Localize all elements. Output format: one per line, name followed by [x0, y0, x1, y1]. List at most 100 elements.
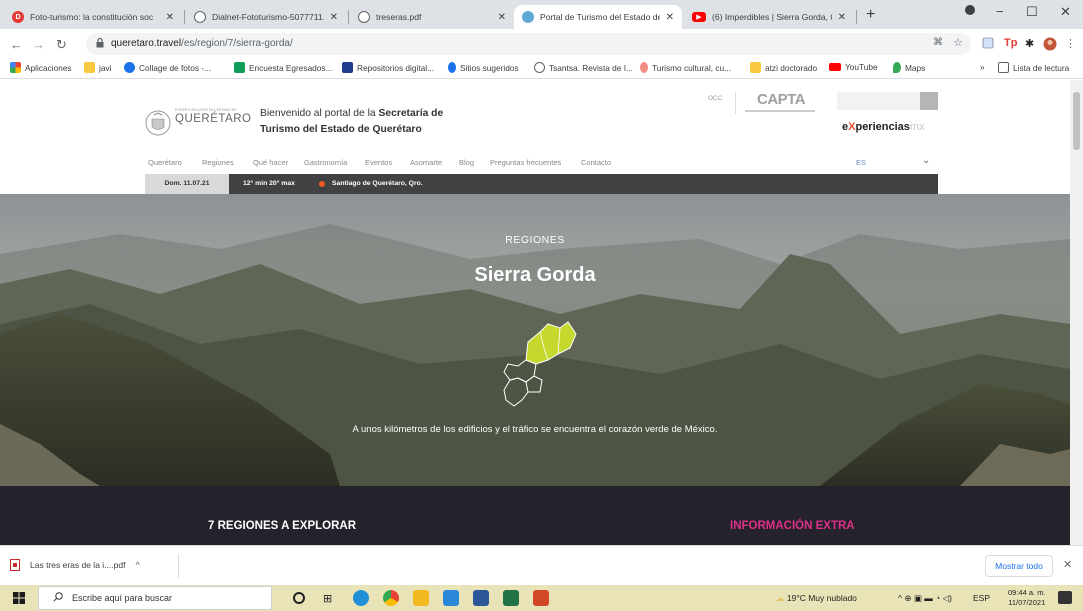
- pdf-favicon-icon: D: [12, 11, 24, 23]
- close-download-bar-icon[interactable]: ✕: [1063, 558, 1072, 571]
- nav-que-hacer[interactable]: Qué hacer: [253, 158, 288, 167]
- welcome-message: Bienvenido al portal de la Secretaría de…: [260, 108, 444, 135]
- avatar[interactable]: [1043, 37, 1057, 54]
- close-window-button[interactable]: ✕: [1060, 4, 1071, 20]
- bookmark-atzi[interactable]: atzi doctorado: [750, 62, 817, 73]
- mail-icon[interactable]: [443, 590, 459, 606]
- task-view-icon[interactable]: ⊞: [323, 592, 339, 608]
- tab-dialnet[interactable]: Dialnet-Fototurismo-5077711.pd ✕: [186, 5, 346, 29]
- close-tab-icon[interactable]: ✕: [498, 12, 506, 23]
- bookmark-star-icon[interactable]: ☆: [953, 36, 963, 49]
- nav-contacto[interactable]: Contacto: [581, 158, 611, 167]
- translate-icon[interactable]: ⌘: [933, 37, 943, 48]
- excel-icon[interactable]: [503, 590, 519, 606]
- menu-kebab-icon[interactable]: ⋮: [1065, 37, 1076, 50]
- logo-small-text: PODER EJECUTIVO DEL ESTADO DE: [175, 108, 237, 112]
- globe-icon: [534, 62, 545, 73]
- bookmark-sitios[interactable]: Sitios sugeridos: [448, 62, 519, 73]
- nav-asomarte[interactable]: Asomarte: [410, 158, 442, 167]
- queretaro-seal-icon[interactable]: [145, 110, 171, 136]
- bookmark-maps[interactable]: Maps: [893, 62, 925, 73]
- regions-heading: 7 REGIONES A EXPLORAR: [208, 520, 357, 532]
- browser-toolbar: ← → ↻ queretaro.travel/es/region/7/sierr…: [0, 29, 1083, 59]
- extensions-puzzle-icon[interactable]: ✱: [1025, 37, 1034, 50]
- site-logo[interactable]: QUERÉTARO: [175, 113, 252, 125]
- extension-tp-icon[interactable]: Tp: [1004, 37, 1017, 49]
- close-tab-icon[interactable]: ✕: [838, 12, 846, 23]
- bookmark-javi[interactable]: javi: [84, 62, 111, 73]
- new-tab-button[interactable]: +: [866, 6, 875, 24]
- occ-logo[interactable]: OCC: [708, 95, 722, 102]
- tab-title: Dialnet-Fototurismo-5077711.pd: [212, 12, 324, 22]
- edge-icon[interactable]: [353, 590, 369, 606]
- minimize-button[interactable]: −: [996, 4, 1004, 19]
- bookmark-tsantsa[interactable]: Tsantsa. Revista de I...: [534, 62, 633, 73]
- reading-mode-icon[interactable]: [982, 37, 994, 52]
- taskbar-search-input[interactable]: Escribe aquí para buscar: [38, 586, 272, 610]
- site-favicon-icon: [522, 11, 534, 23]
- show-all-downloads-button[interactable]: Mostrar todo: [985, 555, 1053, 577]
- close-tab-icon[interactable]: ✕: [666, 12, 674, 23]
- bookmark-apps[interactable]: Aplicaciones: [10, 62, 72, 73]
- scrollbar-thumb[interactable]: [1073, 92, 1080, 150]
- nav-gastronomia[interactable]: Gastronomía: [304, 158, 347, 167]
- tab-title: Foto-turismo: la constitución soc: [30, 12, 154, 22]
- chrome-icon[interactable]: [383, 590, 399, 606]
- input-language[interactable]: ESP: [973, 593, 990, 603]
- tab-treseras[interactable]: treseras.pdf ✕: [350, 5, 514, 29]
- site-header: PODER EJECUTIVO DEL ESTADO DE QUERÉTARO …: [0, 80, 1070, 152]
- nav-regiones[interactable]: Regiones: [202, 158, 234, 167]
- nav-queretaro[interactable]: Querétaro: [148, 158, 182, 167]
- tab-foto-turismo[interactable]: D Foto-turismo: la constitución soc ✕: [4, 5, 182, 29]
- address-bar[interactable]: queretaro.travel/es/region/7/sierra-gord…: [86, 33, 971, 55]
- pdf-file-icon: [10, 559, 20, 571]
- tab-imperdibles[interactable]: ▶ (6) Imperdibles | Sierra Gorda, Q ✕: [684, 5, 854, 29]
- nav-blog[interactable]: Blog: [459, 158, 474, 167]
- nav-eventos[interactable]: Eventos: [365, 158, 392, 167]
- capta-logo[interactable]: CAPTA: [757, 91, 806, 108]
- bookmarks-bar: Aplicaciones javi Collage de fotos -... …: [0, 59, 1083, 79]
- page-scrollbar[interactable]: [1070, 80, 1083, 545]
- windows-start-icon[interactable]: [13, 592, 25, 604]
- apps-grid-icon: [10, 62, 21, 73]
- globe-icon: [358, 11, 370, 23]
- close-tab-icon[interactable]: ✕: [330, 12, 338, 23]
- reload-icon[interactable]: ↻: [56, 37, 67, 53]
- close-tab-icon[interactable]: ✕: [166, 12, 174, 23]
- file-explorer-icon[interactable]: [413, 590, 429, 606]
- reading-list-button[interactable]: Lista de lectura: [998, 62, 1069, 73]
- powerpoint-icon[interactable]: [533, 590, 549, 606]
- bookmark-collage[interactable]: Collage de fotos -...: [124, 62, 211, 73]
- chevron-up-icon[interactable]: ^: [135, 560, 139, 570]
- reading-list-icon: [998, 62, 1009, 73]
- forms-icon: [234, 62, 245, 73]
- taskbar-clock[interactable]: 09:44 a. m. 11/07/2021: [1008, 588, 1046, 608]
- tray-icons[interactable]: ^ ⊕ ▣ ▬ ◔ ◁): [898, 593, 952, 604]
- back-arrow-icon[interactable]: ←: [10, 37, 23, 52]
- tab-portal-turismo[interactable]: Portal de Turismo del Estado de ✕: [514, 5, 682, 29]
- notifications-icon[interactable]: [1058, 591, 1072, 604]
- weather-temps: 12° min 20° max: [243, 180, 295, 187]
- nav-preguntas[interactable]: Preguntas frecuentes: [490, 158, 561, 167]
- queretaro-region-map-icon[interactable]: [498, 320, 580, 410]
- maximize-button[interactable]: ☐: [1026, 4, 1038, 20]
- bookmark-repositorios[interactable]: Repositorios digital...: [342, 62, 434, 73]
- tab-title: treseras.pdf: [376, 12, 422, 22]
- bookmarks-overflow-button[interactable]: »: [980, 62, 985, 72]
- bookmark-youtube[interactable]: YouTube: [829, 62, 878, 72]
- language-select[interactable]: ES: [856, 158, 866, 167]
- download-item[interactable]: Las tres eras de la i....pdf ^: [10, 559, 140, 571]
- word-icon[interactable]: [473, 590, 489, 606]
- location-dot-icon: [319, 181, 325, 187]
- tab-strip: D Foto-turismo: la constitución soc ✕ Di…: [0, 0, 1083, 29]
- bookmark-turismo-cultural[interactable]: Turismo cultural, cu...: [640, 62, 731, 73]
- forward-arrow-icon[interactable]: →: [32, 37, 45, 52]
- hero-subtitle: A unos kilómetros de los edificios y el …: [352, 424, 718, 435]
- experiencias-mx-logo[interactable]: eXperienciasmx: [842, 121, 925, 133]
- profile-icon[interactable]: [964, 4, 976, 19]
- cortana-icon[interactable]: [293, 592, 305, 604]
- chevron-down-icon[interactable]: ⌄: [922, 155, 930, 166]
- bookmark-encuesta[interactable]: Encuesta Egresados...: [234, 62, 332, 73]
- banner-placeholder-dark: [920, 92, 938, 110]
- weather-widget[interactable]: ☁ 19°C Muy nublado: [776, 593, 857, 604]
